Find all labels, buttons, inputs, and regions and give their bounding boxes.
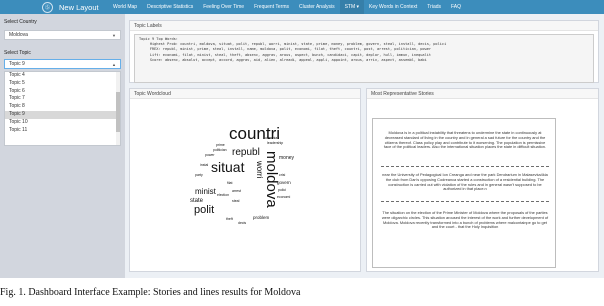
cloud-word: minist	[195, 187, 216, 196]
topic-input[interactable]: Topic 9	[9, 61, 25, 67]
top-navbar: Ⓢ New Layout World Map Descriptive Stati…	[0, 0, 604, 14]
cloud-word: problem	[253, 215, 270, 220]
topic-labels-panel: Topic Labels Topic 9 Top Words: Highest …	[129, 20, 599, 83]
topic-dropdown[interactable]: Topic 4 Topic 5 Topic 6 Topic 7 Topic 8 …	[4, 71, 121, 146]
cloud-word: theft	[226, 217, 233, 221]
cloud-word: instal	[200, 163, 209, 167]
panel-title: Topic Labels	[130, 21, 598, 31]
country-select[interactable]: Moldova ▼	[4, 30, 121, 40]
cloud-word: polici	[278, 188, 286, 192]
cloud-word: election	[217, 193, 230, 197]
story-separator	[381, 166, 549, 167]
cloud-word: filat	[227, 181, 233, 185]
cloud-word: power	[205, 153, 215, 157]
cloud-word: polit	[194, 204, 215, 216]
topic-option[interactable]: Topic 11	[5, 127, 117, 135]
cloud-word: worri	[255, 161, 264, 179]
story-separator	[381, 201, 549, 202]
dropdown-scroll-thumb[interactable]	[116, 92, 120, 132]
figure-caption: Fig. 1. Dashboard Interface Example: Sto…	[0, 287, 301, 298]
story-text: Moldova is in a political instability th…	[383, 130, 547, 150]
topic-select[interactable]: Topic 9 ▲	[4, 59, 121, 69]
nav-item-triads[interactable]: Triads	[422, 0, 446, 14]
cloud-word: decis	[238, 221, 247, 225]
story-text: near the University of Pedagogical Ion C…	[382, 172, 548, 192]
nav-item-stm[interactable]: STM ▾	[339, 0, 365, 14]
nav-item-frequent-terms[interactable]: Frequent Terms	[249, 0, 294, 14]
chevron-down-icon: ▼	[112, 32, 116, 38]
cloud-word: arrest	[232, 189, 241, 193]
cloud-word: money	[279, 155, 295, 161]
panel-title: Most Representative Stories	[367, 89, 598, 99]
topic-option[interactable]: Topic 10	[5, 119, 117, 127]
topic-label: Select Topic	[4, 50, 31, 56]
topic-labels-text: Topic 9 Top Words: Highest Prob: countri…	[134, 34, 594, 83]
cloud-word: economi	[277, 195, 291, 199]
topic-option[interactable]: Topic 6	[5, 88, 117, 96]
nav-item-cluster-analysis[interactable]: Cluster Analysis	[294, 0, 340, 14]
cloud-word: state	[190, 198, 204, 204]
topic-label-line: Score: absenc, absolut, accept, accord, …	[139, 57, 427, 62]
cloud-word: govern	[277, 180, 291, 185]
nav-item-descriptive-statistics[interactable]: Descriptive Statistics	[142, 0, 198, 14]
topic-option[interactable]: Topic 7	[5, 95, 117, 103]
cloud-word: crisi	[279, 173, 286, 177]
logo-icon: Ⓢ	[42, 1, 53, 13]
cloud-word: ukrainian	[265, 136, 280, 140]
stories-box: Moldova is in a political instability th…	[372, 118, 556, 268]
topic-option[interactable]: Topic 5	[5, 80, 117, 88]
cloud-word: steal	[232, 199, 240, 203]
topic-option-selected[interactable]: Topic 9	[5, 110, 117, 119]
brand[interactable]: Ⓢ New Layout	[0, 0, 104, 14]
cloud-word: situat	[211, 159, 245, 175]
country-label: Select Country	[4, 19, 37, 25]
nav-menu: World Map Descriptive Statistics Feeling…	[108, 0, 466, 14]
sidebar: Select Country Moldova ▼ Select Topic To…	[0, 14, 125, 278]
app-title: New Layout	[59, 2, 99, 12]
nav-item-key-words-in-context[interactable]: Key Words in Context	[364, 0, 422, 14]
nav-item-faq[interactable]: FAQ	[446, 0, 466, 14]
story-text: The situation on the election of the Pri…	[381, 210, 549, 230]
chevron-up-icon: ▲	[112, 61, 116, 67]
country-value: Moldova	[9, 32, 28, 38]
nav-item-world-map[interactable]: World Map	[108, 0, 142, 14]
cloud-word: republ	[232, 147, 260, 158]
cloud-word: politician	[213, 148, 227, 152]
cloud-word: leadership	[267, 141, 284, 145]
cloud-word: party	[195, 173, 203, 177]
topic-options-list: Topic 4 Topic 5 Topic 6 Topic 7 Topic 8 …	[5, 72, 117, 134]
wordcloud: countri situat republ polit moldova worr…	[129, 88, 361, 272]
topic-option[interactable]: Topic 8	[5, 103, 117, 111]
nav-item-feeling-over-time[interactable]: Feeling Over Time	[198, 0, 249, 14]
cloud-word: prime	[216, 143, 225, 147]
topic-option[interactable]: Topic 4	[5, 72, 117, 80]
app-screen: Ⓢ New Layout World Map Descriptive Stati…	[0, 0, 604, 278]
